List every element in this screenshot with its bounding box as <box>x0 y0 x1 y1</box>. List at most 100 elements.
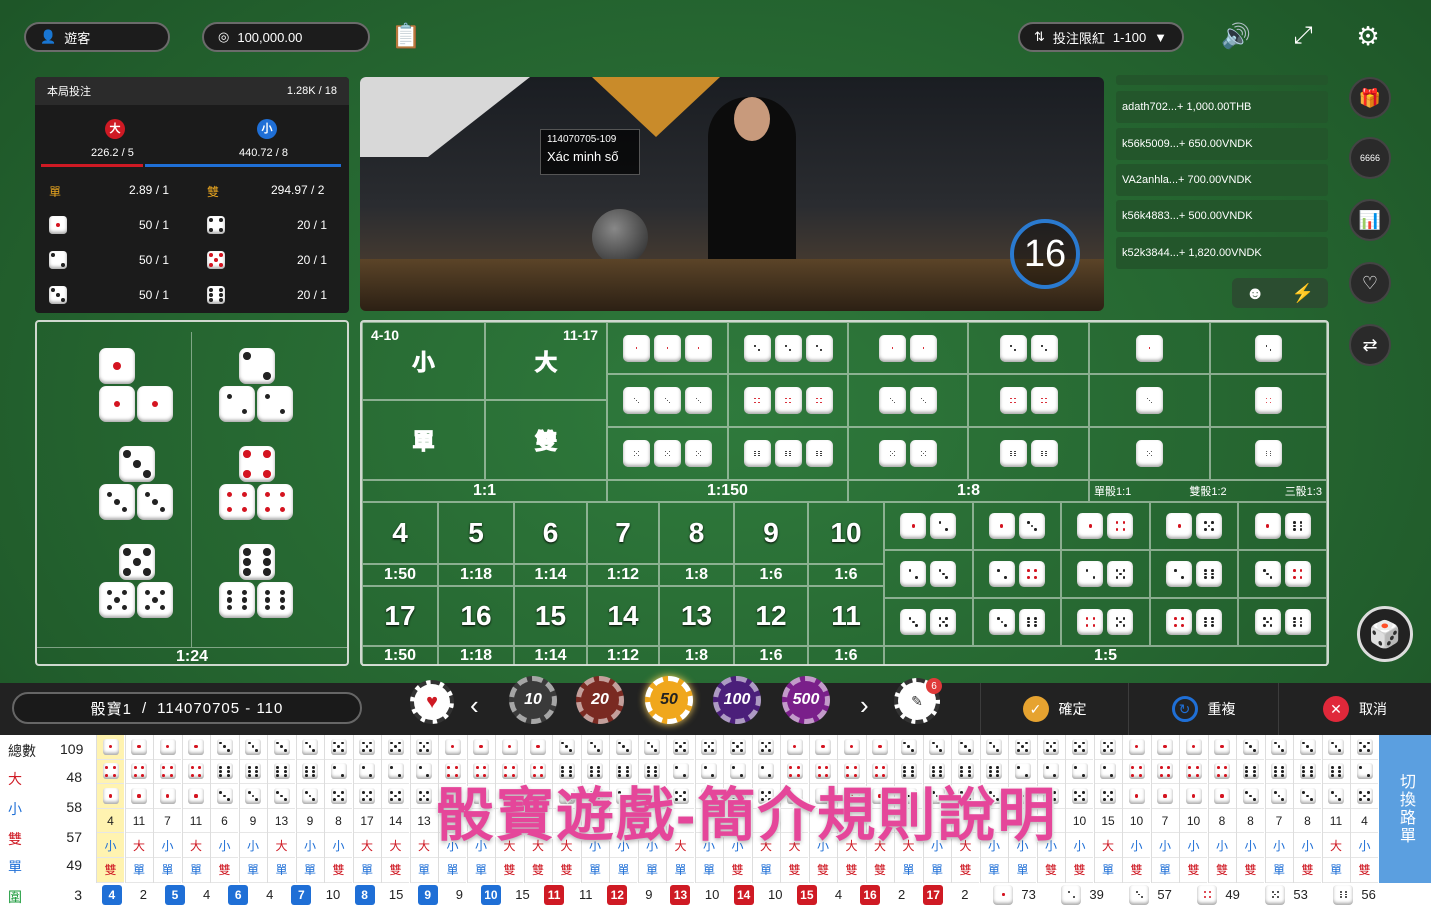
bet-double-4[interactable] <box>968 374 1089 427</box>
chip-50[interactable]: 50 <box>645 676 693 724</box>
bet-combo-3-5[interactable] <box>884 598 973 646</box>
confirm-button[interactable]: ✓ 確定 <box>980 683 1128 735</box>
bet-single-2[interactable] <box>1210 322 1327 374</box>
bet-combo-1-2[interactable] <box>884 502 973 550</box>
bet-single-5[interactable] <box>1089 427 1210 480</box>
bet-sum-12[interactable]: 12 <box>734 586 808 646</box>
bet-triple-3[interactable] <box>607 374 728 427</box>
stat-value: 58 <box>66 799 82 815</box>
bet-single-3[interactable] <box>1089 374 1210 427</box>
bet-combo-1-3[interactable] <box>972 502 1062 550</box>
chip-20[interactable]: 20 <box>576 676 624 724</box>
video-camera-icon[interactable]: 📊 <box>1349 199 1391 241</box>
bet-combo-1-6[interactable] <box>1238 502 1327 550</box>
bet-sum-9[interactable]: 9 <box>734 502 808 564</box>
bet-sum-8[interactable]: 8 <box>659 502 734 564</box>
die-face-1-icon <box>988 513 1015 539</box>
bet-double-5[interactable] <box>848 427 968 480</box>
die-face-1-icon <box>1157 738 1173 755</box>
bet-combo-1-4[interactable] <box>1061 502 1150 550</box>
bet-triple-2[interactable] <box>728 322 848 374</box>
chip-10[interactable]: 10 <box>509 676 557 724</box>
bet-sum-14[interactable]: 14 <box>587 586 659 646</box>
road-die-cell <box>1094 784 1122 809</box>
volume-icon[interactable]: 🔊 <box>1218 18 1254 54</box>
history-icon[interactable]: 📋 <box>388 18 424 54</box>
bet-triple-1[interactable] <box>607 322 728 374</box>
bet-combo-5-6[interactable] <box>1238 598 1327 646</box>
bet-even[interactable]: 雙 <box>485 400 607 480</box>
emoji-icon[interactable]: ☻ <box>1246 283 1265 304</box>
switch-road-button[interactable]: 切換路單 <box>1379 735 1431 883</box>
bet-triple-6[interactable] <box>728 427 848 480</box>
bet-single-6[interactable] <box>1210 427 1327 480</box>
settings-icon[interactable]: ⚙ <box>1350 18 1386 54</box>
cancel-button[interactable]: ✕ 取消 <box>1278 683 1431 735</box>
user-pill[interactable]: 👤 遊客 <box>24 22 170 52</box>
bet-combo-4-6[interactable] <box>1149 598 1239 646</box>
bet-small[interactable]: 4-10 小 <box>362 322 485 400</box>
stat-label: 總數 <box>8 743 36 759</box>
specific-triple-panel[interactable]: 1:24 <box>35 320 349 666</box>
road-oddeven-cell: 單 <box>752 858 780 883</box>
bet-big[interactable]: 11-17 大 <box>485 322 607 400</box>
bet-sum-7[interactable]: 7 <box>587 502 659 564</box>
bet-single-1[interactable] <box>1089 322 1210 374</box>
bet-sum-5[interactable]: 5 <box>438 502 514 564</box>
chevron-left-icon[interactable]: ‹ <box>470 690 479 721</box>
bet-combo-3-4[interactable] <box>1238 550 1327 598</box>
road-die-cell <box>211 735 238 760</box>
gift-icon[interactable]: 🎁 <box>1349 77 1391 119</box>
bet-sum-13[interactable]: 13 <box>659 586 734 646</box>
dice-history-icon[interactable]: 6666 <box>1349 137 1391 179</box>
sum-count: 4 <box>266 887 274 902</box>
quick-chat-icon[interactable]: ⚡ <box>1292 283 1314 304</box>
bet-double-3[interactable] <box>848 374 968 427</box>
bet-triple-5[interactable] <box>607 427 728 480</box>
bet-combo-2-6[interactable] <box>1149 550 1239 598</box>
user-label: 遊客 <box>64 30 91 46</box>
favorite-chip-icon[interactable]: ♥ <box>410 680 454 724</box>
chip-500[interactable]: 500 <box>782 676 830 724</box>
bet-sum-16[interactable]: 16 <box>438 586 514 646</box>
bet-odd[interactable]: 單 <box>362 400 485 480</box>
bet-combo-2-3[interactable] <box>884 550 973 598</box>
switch-table-icon[interactable]: ⇄ <box>1349 324 1391 366</box>
bet-combo-2-4[interactable] <box>972 550 1062 598</box>
die-face-5-icon <box>137 582 173 618</box>
bet-sum-17[interactable]: 17 <box>362 586 438 646</box>
limit-icon: ⇅ <box>1034 29 1045 44</box>
bet-combo-1-5[interactable] <box>1149 502 1239 550</box>
bet-double-1[interactable] <box>848 322 968 374</box>
sum-badge: 16 <box>860 884 881 905</box>
road-oddeven-cell: 雙 <box>1180 858 1207 883</box>
chevron-right-icon[interactable]: › <box>860 690 869 721</box>
bet-sum-10[interactable]: 10 <box>808 502 884 564</box>
coin-icon: ◎ <box>218 29 230 44</box>
sum-count: 10 <box>768 887 783 902</box>
bet-sum-11[interactable]: 11 <box>808 586 884 646</box>
road-die-cell <box>1151 760 1179 785</box>
bet-combo-4-5[interactable] <box>1061 598 1150 646</box>
bet-double-2[interactable] <box>968 322 1089 374</box>
repeat-button[interactable]: ↻ 重複 <box>1128 683 1278 735</box>
chip-100[interactable]: 100 <box>713 676 761 724</box>
bet-sum-4[interactable]: 4 <box>362 502 438 564</box>
dice-shake-icon[interactable]: 🎲 <box>1357 606 1413 662</box>
bet-combo-2-5[interactable] <box>1061 550 1150 598</box>
favorite-icon[interactable]: ♡ <box>1349 262 1391 304</box>
bet-double-6[interactable] <box>968 427 1089 480</box>
bet-sum-6[interactable]: 6 <box>514 502 587 564</box>
die-face-3-icon <box>1254 561 1281 587</box>
road-column: 4小雙 <box>1350 735 1378 883</box>
dice-shaker <box>592 209 648 265</box>
die-face-1-icon <box>1185 787 1202 804</box>
bet-limit-dropdown[interactable]: ⇅ 投注限紅 1-100 ▼ <box>1018 22 1184 52</box>
fullscreen-icon[interactable]: ⤢ <box>1285 18 1321 54</box>
table-label: 骰寶1 <box>90 700 132 718</box>
bet-sum-15[interactable]: 15 <box>514 586 587 646</box>
bet-combo-3-6[interactable] <box>972 598 1062 646</box>
bet-single-4[interactable] <box>1210 374 1327 427</box>
bet-triple-4[interactable] <box>728 374 848 427</box>
custom-chip-icon[interactable]: ✎ 6 <box>894 678 942 724</box>
